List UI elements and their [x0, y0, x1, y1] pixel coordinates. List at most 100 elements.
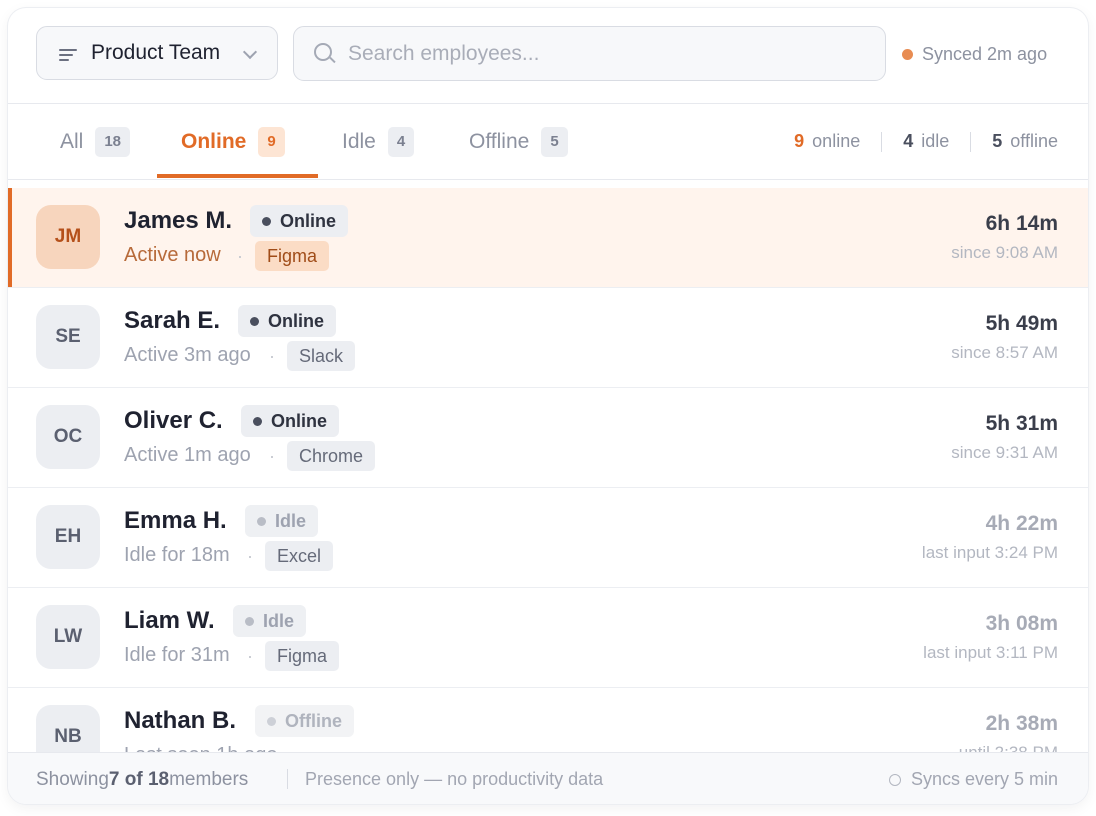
session-end: until 2:38 PM — [959, 743, 1058, 752]
tab-online[interactable]: Online 9 — [181, 104, 285, 179]
employee-name: James M. — [124, 207, 233, 234]
filter-lines-icon — [59, 49, 77, 61]
status-badge: Online — [241, 405, 340, 437]
toolbar: Product Team Synced 2m ago — [8, 8, 1088, 104]
tab-count-badge: 9 — [258, 126, 285, 157]
showing-text: Showing7 of 18members — [36, 769, 248, 791]
app-tag: Chrome — [287, 441, 376, 471]
sync-interval: Syncs every 5 min — [888, 769, 1058, 790]
status-dot-icon — [262, 216, 271, 226]
status-badge: Online — [250, 205, 349, 237]
employee-name: Oliver C. — [124, 407, 223, 434]
search-icon — [314, 43, 332, 61]
status-badge-label: Online — [280, 210, 337, 231]
employee-name: Sarah E. — [124, 307, 221, 334]
session-duration: 4h 22m — [985, 512, 1058, 535]
tab-all[interactable]: All 18 — [60, 104, 131, 179]
employee-name: Liam W. — [124, 607, 215, 634]
summary-online-count: 9 — [794, 131, 805, 151]
activity-text: Idle for 18m — [124, 544, 230, 566]
activity-text: Active 3m ago — [124, 344, 251, 366]
status-badge: Idle — [245, 505, 319, 537]
employee-name: Nathan B. — [124, 707, 237, 734]
avatar: EH — [36, 505, 100, 569]
avatar: NB — [36, 705, 100, 752]
app-tag: Slack — [287, 341, 356, 371]
activity-text: Active now — [124, 244, 221, 266]
status-dot-icon — [253, 416, 262, 426]
session-duration: 5h 49m — [985, 312, 1058, 335]
employee-presence-card: Product Team Synced 2m ago All 18 Online… — [8, 8, 1088, 804]
sync-ring-icon — [888, 773, 901, 786]
session-duration: 2h 38m — [985, 712, 1058, 735]
activity-text: Active 1m ago — [124, 444, 251, 466]
session-start: since 9:08 AM — [951, 243, 1058, 262]
last-input-time: last input 3:11 PM — [923, 643, 1058, 662]
employee-name: Emma H. — [124, 507, 227, 534]
sync-status-text: Synced 2m ago — [922, 44, 1048, 64]
status-dot-icon — [245, 616, 254, 626]
tab-idle[interactable]: Idle 4 — [342, 104, 415, 179]
tab-label: Idle — [342, 129, 376, 153]
tab-count-badge: 4 — [387, 126, 415, 157]
employee-row[interactable]: NB Nathan B. Offline Last seen 1h ago 2h… — [8, 688, 1088, 752]
status-badge: Offline — [255, 705, 354, 737]
avatar: JM — [36, 205, 100, 269]
search-input[interactable] — [346, 39, 870, 69]
status-dot-icon — [250, 316, 259, 326]
app-tag: Figma — [265, 641, 340, 671]
list-footer: Showing7 of 18members Presence only — no… — [8, 752, 1088, 804]
session-duration: 3h 08m — [985, 612, 1058, 635]
sync-dot-icon — [902, 49, 913, 60]
status-badge-label: Idle — [263, 610, 295, 631]
divider — [287, 769, 288, 789]
tab-count-badge: 5 — [541, 126, 568, 157]
presence-note: Presence only — no productivity data — [305, 769, 604, 789]
separator-dot: · — [269, 346, 275, 366]
chevron-down-icon — [242, 44, 258, 60]
separator-dot: · — [237, 246, 243, 266]
showing-prefix: Showing — [36, 769, 109, 790]
showing-count: 7 of 18 — [108, 769, 170, 790]
employee-list: JM James M. Online Active now · Figma 6h… — [8, 188, 1088, 752]
employee-row[interactable]: SE Sarah E. Online Active 3m ago · Slack… — [8, 288, 1088, 388]
separator-dot: · — [247, 646, 253, 666]
status-badge-label: Online — [271, 410, 328, 431]
status-badge: Idle — [233, 605, 307, 637]
status-badge-label: Idle — [275, 510, 307, 531]
avatar: LW — [36, 605, 100, 669]
status-badge-label: Offline — [285, 710, 342, 731]
app-tag: Figma — [255, 241, 330, 271]
app-tag: Excel — [265, 541, 334, 571]
status-dot-icon — [257, 516, 266, 526]
employee-row[interactable]: LW Liam W. Idle Idle for 31m · Figma 3h … — [8, 588, 1088, 688]
last-input-time: last input 3:24 PM — [921, 543, 1058, 562]
sync-status: Synced 2m ago — [902, 44, 1047, 65]
session-start: since 8:57 AM — [951, 343, 1058, 362]
selected-row-accent — [8, 188, 12, 287]
employee-row[interactable]: OC Oliver C. Online Active 1m ago · Chro… — [8, 388, 1088, 488]
tab-offline[interactable]: Offline 5 — [469, 104, 568, 179]
sync-interval-text: Syncs every 5 min — [910, 769, 1058, 789]
status-badge: Online — [238, 305, 337, 337]
tab-count-badge: 18 — [95, 126, 131, 157]
summary-idle-count: 4 — [903, 131, 914, 151]
session-start: since 9:31 AM — [951, 443, 1058, 462]
separator-dot: · — [247, 546, 253, 566]
employee-row[interactable]: EH Emma H. Idle Idle for 18m · Excel 4h … — [8, 488, 1088, 588]
team-select[interactable]: Product Team — [36, 26, 278, 80]
active-tab-indicator — [157, 174, 318, 178]
avatar: OC — [36, 405, 100, 469]
status-dot-icon — [267, 716, 276, 726]
status-tabs: All 18 Online 9 Idle 4 Offline 5 9 onlin… — [8, 104, 1088, 180]
showing-suffix: members — [169, 769, 249, 790]
status-summary: 9 online 4 idle 5 offline — [794, 131, 1058, 152]
session-duration: 6h 14m — [985, 212, 1058, 235]
team-select-label: Product Team — [91, 41, 221, 64]
employee-row[interactable]: JM James M. Online Active now · Figma 6h… — [8, 188, 1088, 288]
summary-offline-label: offline — [1010, 131, 1058, 151]
avatar: SE — [36, 305, 100, 369]
summary-idle-label: idle — [921, 131, 950, 151]
divider — [970, 131, 972, 152]
status-badge-label: Online — [268, 310, 325, 331]
